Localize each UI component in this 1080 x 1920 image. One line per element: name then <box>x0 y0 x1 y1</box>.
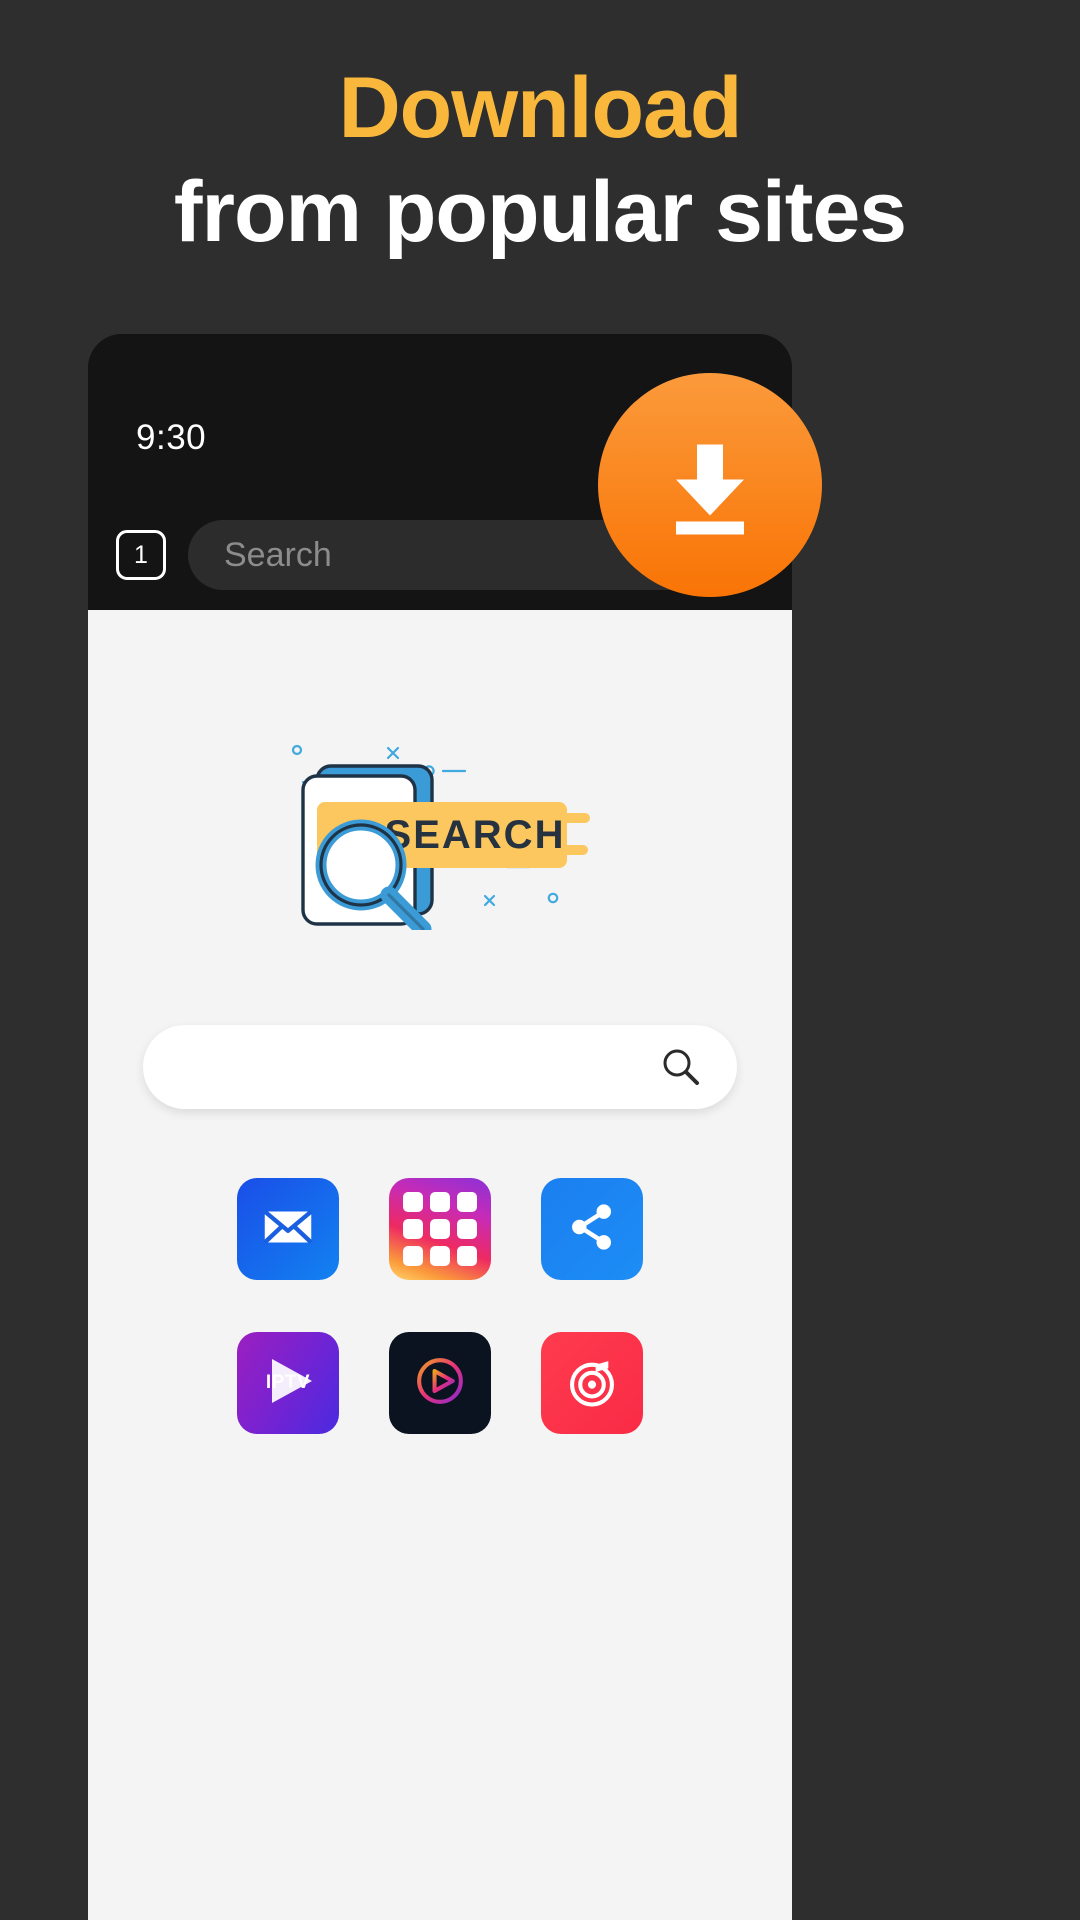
apps-grid-shortcut[interactable] <box>389 1178 491 1280</box>
status-bar-clock: 9:30 <box>136 418 207 457</box>
shortcut-grid: IPTV <box>88 1178 792 1434</box>
illustration-banner-text: SEARCH <box>385 813 566 857</box>
tab-counter-button[interactable]: 1 <box>116 530 166 580</box>
music-note-icon <box>563 1352 621 1415</box>
share-shortcut[interactable] <box>541 1178 643 1280</box>
search-input[interactable] <box>143 1025 737 1109</box>
search-illustration: SEARCH <box>275 720 605 938</box>
iptv-shortcut[interactable]: IPTV <box>237 1332 339 1434</box>
iptv-shortcut-label: IPTV <box>265 1372 311 1393</box>
page-title: Download from popular sites <box>0 60 1080 261</box>
browser-page-content: SEARCH IPTV <box>88 610 792 1920</box>
headline-line-1: Download <box>338 60 743 156</box>
play-circle-icon <box>411 1352 469 1415</box>
promo-screenshot: Download from popular sites 9:30 1 Searc… <box>0 0 1080 1920</box>
magnifier-icon[interactable] <box>657 1044 703 1090</box>
tab-counter-label: 1 <box>134 540 148 569</box>
share-icon <box>563 1198 621 1261</box>
envelope-icon <box>257 1196 319 1263</box>
download-badge[interactable] <box>598 373 822 597</box>
video-player-shortcut[interactable] <box>389 1332 491 1434</box>
grid-icon <box>403 1192 477 1266</box>
mail-shortcut[interactable] <box>237 1178 339 1280</box>
headline-line-2: from popular sites <box>173 164 907 261</box>
download-arrow-icon <box>650 423 770 548</box>
music-shortcut[interactable] <box>541 1332 643 1434</box>
